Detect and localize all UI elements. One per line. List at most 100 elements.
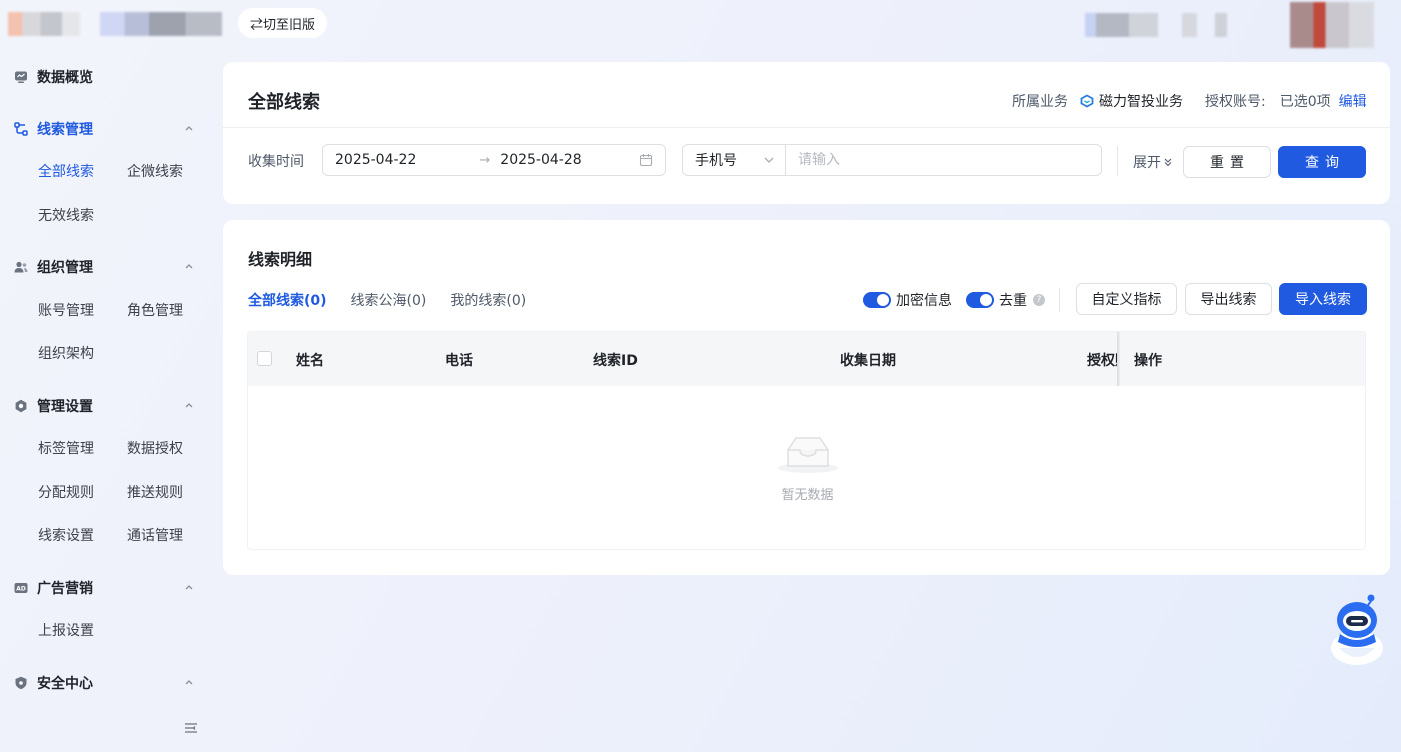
chevron-up-icon [185, 585, 193, 590]
sidebar-group-security[interactable]: 安全中心 [0, 669, 212, 697]
double-chevron-down-icon [1164, 158, 1172, 167]
sidebar-group-data-overview[interactable]: 数据概览 [0, 63, 212, 91]
column-header-collect-date[interactable]: 收集日期 [840, 350, 896, 370]
query-button[interactable]: 查询 [1278, 146, 1366, 178]
sidebar-item-wecom-leads[interactable]: 企微线索 [127, 162, 183, 182]
collapse-sidebar-icon[interactable] [183, 720, 199, 736]
expand-filters-button[interactable]: 展开 [1133, 152, 1173, 172]
calendar-icon [639, 154, 653, 167]
column-header-lead-id[interactable]: 线索ID [593, 350, 638, 370]
sidebar-item-roles[interactable]: 角色管理 [127, 301, 183, 321]
column-header-auth-account[interactable]: 授权账号 [1087, 350, 1118, 370]
sidebar-group-label: 管理设置 [37, 399, 93, 415]
search-input[interactable] [786, 145, 1101, 175]
dedupe-toggle[interactable] [966, 292, 994, 308]
auth-label: 授权账号: [1205, 94, 1266, 110]
sidebar-group-label: 数据概览 [37, 70, 93, 86]
account-info-blurred[interactable] [1085, 13, 1158, 37]
divider [1059, 288, 1060, 312]
product-name-blurred [100, 12, 222, 36]
section-title: 线索明细 [248, 250, 313, 269]
sidebar-group-ad-marketing[interactable]: AD 广告营销 [0, 574, 212, 602]
flow-icon [14, 122, 28, 136]
sidebar-item-org-structure[interactable]: 组织架构 [38, 344, 94, 364]
business-label: 所属业务 [1012, 94, 1068, 110]
settings-icon [14, 399, 28, 413]
dedupe-toggle-label: 去重 [999, 293, 1027, 309]
encrypt-toggle-label: 加密信息 [896, 293, 952, 309]
phone-search-group: 手机号 [682, 144, 1102, 176]
search-field-select[interactable]: 手机号 [683, 145, 786, 175]
sidebar-item-data-auth[interactable]: 数据授权 [127, 439, 183, 459]
business-info: 所属业务 磁力智投业务 [1012, 91, 1183, 111]
dedupe-toggle-group: 去重 ? [966, 290, 1045, 310]
sidebar-item-lead-settings[interactable]: 线索设置 [38, 526, 94, 546]
sidebar-group-settings[interactable]: 管理设置 [0, 392, 212, 420]
export-leads-button[interactable]: 导出线索 [1185, 283, 1272, 315]
column-header-name[interactable]: 姓名 [296, 350, 324, 370]
lead-detail-card: 线索明细 全部线索(0) 线索公海(0) 我的线索(0) 加密信息 去重 ? 自… [223, 220, 1390, 575]
svg-text:AD: AD [16, 586, 26, 593]
tab-public-pool[interactable]: 线索公海(0) [351, 290, 427, 310]
import-leads-button[interactable]: 导入线索 [1279, 283, 1367, 315]
switch-old-version-button[interactable]: ⇄切至旧版 [238, 8, 328, 38]
fixed-column-shadow [1117, 332, 1120, 386]
leads-table: 姓名 电话 线索ID 收集日期 授权账号 操作 暂无数据 [247, 331, 1366, 550]
column-header-phone[interactable]: 电话 [445, 350, 473, 370]
tab-all-leads[interactable]: 全部线索(0) [248, 290, 327, 310]
select-all-checkbox[interactable] [257, 351, 272, 366]
date-range-picker[interactable]: 2025-04-22 → 2025-04-28 [322, 144, 666, 176]
reset-button[interactable]: 重置 [1183, 146, 1271, 178]
encrypt-toggle-group: 加密信息 [863, 290, 952, 310]
column-header-actions: 操作 [1134, 353, 1162, 369]
encrypt-toggle[interactable] [863, 292, 891, 308]
date-separator: → [479, 152, 491, 168]
chevron-up-icon [185, 680, 193, 685]
sidebar-item-report-settings[interactable]: 上报设置 [38, 621, 94, 641]
sidebar-item-invalid-leads[interactable]: 无效线索 [38, 206, 94, 226]
sidebar-group-leads[interactable]: 线索管理 [0, 115, 212, 143]
shield-icon [14, 676, 28, 690]
users-icon [14, 260, 28, 274]
chevron-down-icon [764, 157, 774, 163]
empty-text: 暂无数据 [781, 488, 834, 503]
filter-card: 全部线索 所属业务 磁力智投业务 授权账号: 已选0项 编辑 收集时间 2025… [223, 62, 1390, 204]
column-header-clip: 授权账号 [1086, 332, 1118, 386]
page-title: 全部线索 [248, 92, 320, 113]
empty-inbox-icon [778, 437, 838, 473]
auth-value: 已选0项 [1279, 94, 1331, 110]
logo-blurred [8, 12, 80, 36]
sidebar-item-assign-rules[interactable]: 分配规则 [38, 483, 94, 503]
divider [1117, 146, 1118, 176]
sidebar-item-tags[interactable]: 标签管理 [38, 439, 94, 459]
sidebar-item-push-rules[interactable]: 推送规则 [127, 483, 183, 503]
chevron-up-icon [185, 403, 193, 408]
expand-label: 展开 [1133, 155, 1161, 171]
sidebar-group-organization[interactable]: 组织管理 [0, 253, 212, 281]
search-field-value: 手机号 [695, 153, 737, 169]
chevron-up-icon [185, 264, 193, 269]
dashboard-icon [14, 70, 28, 84]
divider [223, 127, 1390, 128]
sidebar-item-call-management[interactable]: 通话管理 [127, 526, 183, 546]
magnet-logo-icon [1080, 94, 1094, 108]
help-icon[interactable]: ? [1033, 294, 1045, 306]
end-date[interactable]: 2025-04-28 [500, 152, 581, 168]
edit-auth-link[interactable]: 编辑 [1339, 91, 1367, 111]
sidebar-item-accounts[interactable]: 账号管理 [38, 301, 94, 321]
top-bar: ⇄切至旧版 [0, 0, 1401, 48]
avatar[interactable] [1290, 2, 1374, 48]
ai-assistant-robot-icon[interactable] [1326, 590, 1388, 666]
sidebar: 数据概览 线索管理 全部线索 企微线索 无效线索 组织管理 账号管理 角色管理 … [0, 56, 212, 752]
table-header: 姓名 电话 线索ID 收集日期 授权账号 操作 [248, 332, 1365, 386]
tab-my-leads[interactable]: 我的线索(0) [450, 290, 526, 310]
sidebar-group-label: 线索管理 [37, 122, 93, 138]
sidebar-group-label: 广告营销 [37, 581, 93, 597]
custom-metrics-button[interactable]: 自定义指标 [1076, 283, 1177, 315]
authorized-accounts: 授权账号: 已选0项 编辑 [1205, 91, 1367, 111]
collect-time-label: 收集时间 [248, 154, 304, 170]
sidebar-item-all-leads[interactable]: 全部线索 [38, 162, 94, 182]
chevron-up-icon [185, 126, 193, 131]
start-date[interactable]: 2025-04-22 [335, 152, 416, 168]
header-actions-blurred[interactable] [1182, 13, 1242, 37]
